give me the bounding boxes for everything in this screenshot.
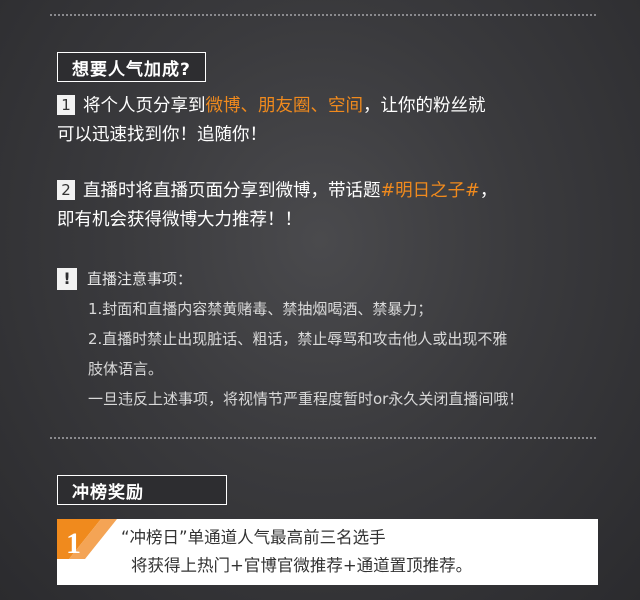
exclamation-icon: !	[57, 268, 77, 290]
tip-item-2: 2 直播时将直播页面分享到微博，带话题#明日之子#， 即有机会获得微博大力推荐！！	[57, 177, 597, 235]
reward-card: 1 “冲榜日”单通道人气最高前三名选手 将获得上热门+官博官微推荐+通道置顶推荐…	[57, 519, 598, 585]
reward-line-1: “冲榜日”单通道人气最高前三名选手	[121, 528, 386, 547]
reward-line-2: 将获得上热门+官博官微推荐+通道置顶推荐。	[131, 556, 473, 575]
tip-line-1: 1 将个人页分享到微博、朋友圈、空间，让你的粉丝就	[57, 92, 597, 121]
notice-line-4: 一旦违反上述事项，将视情节严重程度暂时or永久关闭直播间哦！	[88, 390, 524, 408]
tip-highlight: 微博、朋友圈、空间	[205, 96, 364, 116]
rank-one-badge-icon: 1	[57, 519, 117, 560]
middle-divider	[50, 437, 596, 439]
number-badge: 1	[57, 95, 75, 115]
tip-item-1: 1 将个人页分享到微博、朋友圈、空间，让你的粉丝就 可以迅速找到你！追随你！	[57, 92, 597, 150]
section-header-popularity: 想要人气加成?	[57, 52, 206, 82]
notice-line-1: 1.封面和直播内容禁黄赌毒、禁抽烟喝酒、禁暴力；	[88, 300, 433, 318]
notice-line-3: 肢体语言。	[88, 360, 164, 378]
section-header-rewards: 冲榜奖励	[57, 475, 227, 505]
top-divider	[50, 14, 596, 16]
section-title: 想要人气加成?	[72, 59, 191, 80]
tip-text-end: ，让你的粉丝就	[363, 96, 486, 116]
tip-text: 将个人页分享到	[83, 96, 206, 116]
number-badge: 2	[57, 180, 75, 200]
rank-number: 1	[66, 527, 81, 560]
section-title: 冲榜奖励	[72, 482, 144, 503]
tip-text: 直播时将直播页面分享到微博，带话题	[83, 181, 381, 201]
tip-line-1: 2 直播时将直播页面分享到微博，带话题#明日之子#，	[57, 177, 597, 206]
notice-title: 直播注意事项：	[87, 270, 193, 288]
tip-highlight: #明日之子#	[380, 181, 480, 201]
notice-line-2: 2.直播时禁止出现脏话、粗话，禁止辱骂和攻击他人或出现不雅	[88, 330, 508, 348]
tip-text-end: ，	[479, 181, 498, 201]
tip-line-2: 即有机会获得微博大力推荐！！	[57, 210, 302, 230]
tip-line-2: 可以迅速找到你！追随你！	[57, 125, 267, 145]
